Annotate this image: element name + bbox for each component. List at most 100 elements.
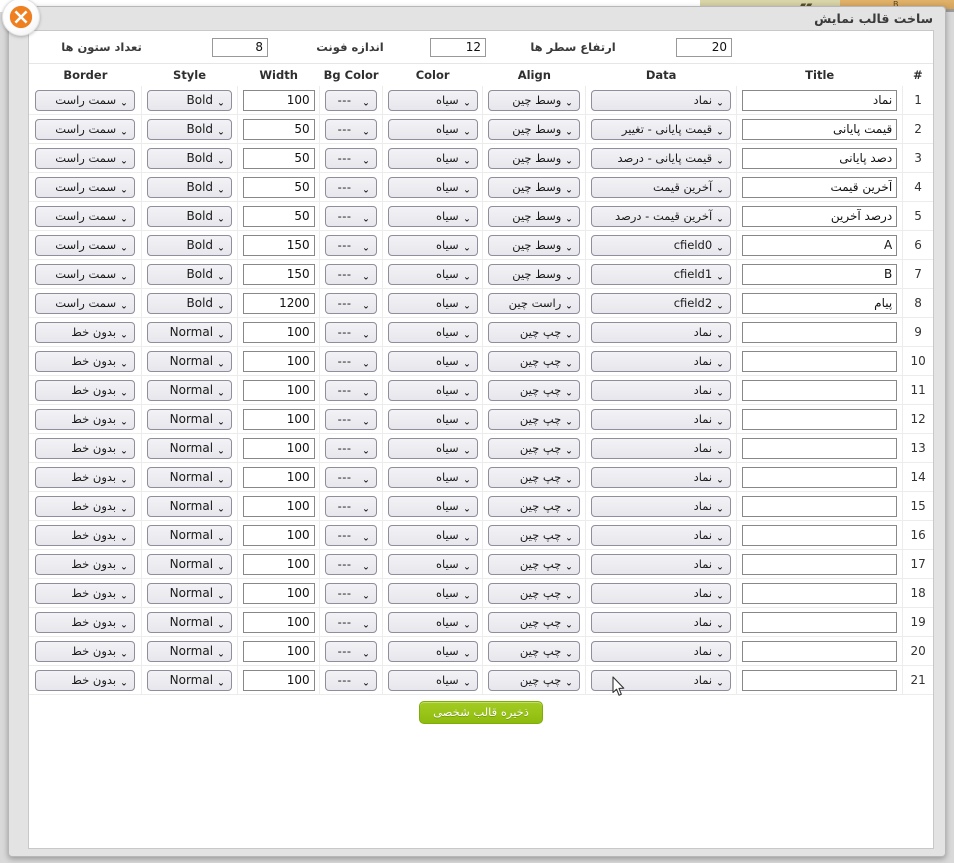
width-input-15[interactable]	[243, 496, 315, 517]
data-select-12[interactable]: ⌃نماد	[591, 409, 731, 430]
data-select-16[interactable]: ⌃نماد	[591, 525, 731, 546]
bg-color-select-10[interactable]: ⌃---	[325, 351, 377, 372]
align-select-12[interactable]: ⌃چپ چین	[488, 409, 580, 430]
font-size-input[interactable]	[430, 38, 486, 57]
width-input-18[interactable]	[243, 583, 315, 604]
color-select-7[interactable]: ⌃سیاه	[388, 264, 478, 285]
align-select-7[interactable]: ⌃وسط چین	[488, 264, 580, 285]
data-select-17[interactable]: ⌃نماد	[591, 554, 731, 575]
style-select-12[interactable]: ⌃Normal	[147, 409, 232, 430]
data-select-14[interactable]: ⌃نماد	[591, 467, 731, 488]
width-input-8[interactable]	[243, 293, 315, 314]
bg-color-select-7[interactable]: ⌃---	[325, 264, 377, 285]
data-select-11[interactable]: ⌃نماد	[591, 380, 731, 401]
bg-color-select-18[interactable]: ⌃---	[325, 583, 377, 604]
title-input-6[interactable]	[742, 235, 897, 256]
color-select-20[interactable]: ⌃سیاه	[388, 641, 478, 662]
width-input-10[interactable]	[243, 351, 315, 372]
title-input-17[interactable]	[742, 554, 897, 575]
title-input-5[interactable]	[742, 206, 897, 227]
border-select-10[interactable]: ⌃بدون خط	[35, 351, 135, 372]
bg-color-select-11[interactable]: ⌃---	[325, 380, 377, 401]
align-select-20[interactable]: ⌃چپ چین	[488, 641, 580, 662]
color-select-15[interactable]: ⌃سیاه	[388, 496, 478, 517]
style-select-20[interactable]: ⌃Normal	[147, 641, 232, 662]
data-select-13[interactable]: ⌃نماد	[591, 438, 731, 459]
align-select-3[interactable]: ⌃وسط چین	[488, 148, 580, 169]
style-select-4[interactable]: ⌃Bold	[147, 177, 232, 198]
bg-color-select-13[interactable]: ⌃---	[325, 438, 377, 459]
width-input-1[interactable]	[243, 90, 315, 111]
title-input-1[interactable]	[742, 90, 897, 111]
border-select-13[interactable]: ⌃بدون خط	[35, 438, 135, 459]
bg-color-select-19[interactable]: ⌃---	[325, 612, 377, 633]
color-select-5[interactable]: ⌃سیاه	[388, 206, 478, 227]
data-select-15[interactable]: ⌃نماد	[591, 496, 731, 517]
title-input-2[interactable]	[742, 119, 897, 140]
data-select-6[interactable]: ⌃cfield0	[591, 235, 731, 256]
bg-color-select-14[interactable]: ⌃---	[325, 467, 377, 488]
data-select-9[interactable]: ⌃نماد	[591, 322, 731, 343]
style-select-6[interactable]: ⌃Bold	[147, 235, 232, 256]
data-select-8[interactable]: ⌃cfield2	[591, 293, 731, 314]
data-select-4[interactable]: ⌃آخرین قیمت	[591, 177, 731, 198]
border-select-5[interactable]: ⌃سمت راست	[35, 206, 135, 227]
data-select-19[interactable]: ⌃نماد	[591, 612, 731, 633]
title-input-8[interactable]	[742, 293, 897, 314]
color-select-11[interactable]: ⌃سیاه	[388, 380, 478, 401]
align-select-5[interactable]: ⌃وسط چین	[488, 206, 580, 227]
border-select-20[interactable]: ⌃بدون خط	[35, 641, 135, 662]
style-select-2[interactable]: ⌃Bold	[147, 119, 232, 140]
width-input-17[interactable]	[243, 554, 315, 575]
style-select-1[interactable]: ⌃Bold	[147, 90, 232, 111]
bg-color-select-8[interactable]: ⌃---	[325, 293, 377, 314]
border-select-12[interactable]: ⌃بدون خط	[35, 409, 135, 430]
align-select-13[interactable]: ⌃چپ چین	[488, 438, 580, 459]
color-select-21[interactable]: ⌃سیاه	[388, 670, 478, 691]
data-select-5[interactable]: ⌃آخرین قیمت - درصد	[591, 206, 731, 227]
border-select-8[interactable]: ⌃سمت راست	[35, 293, 135, 314]
width-input-21[interactable]	[243, 670, 315, 691]
bg-color-select-4[interactable]: ⌃---	[325, 177, 377, 198]
style-select-18[interactable]: ⌃Normal	[147, 583, 232, 604]
data-select-18[interactable]: ⌃نماد	[591, 583, 731, 604]
color-select-1[interactable]: ⌃سیاه	[388, 90, 478, 111]
title-input-21[interactable]	[742, 670, 897, 691]
bg-color-select-16[interactable]: ⌃---	[325, 525, 377, 546]
width-input-13[interactable]	[243, 438, 315, 459]
style-select-8[interactable]: ⌃Bold	[147, 293, 232, 314]
border-select-15[interactable]: ⌃بدون خط	[35, 496, 135, 517]
bg-color-select-1[interactable]: ⌃---	[325, 90, 377, 111]
bg-color-select-12[interactable]: ⌃---	[325, 409, 377, 430]
color-select-10[interactable]: ⌃سیاه	[388, 351, 478, 372]
width-input-7[interactable]	[243, 264, 315, 285]
data-select-10[interactable]: ⌃نماد	[591, 351, 731, 372]
title-input-4[interactable]	[742, 177, 897, 198]
border-select-3[interactable]: ⌃سمت راست	[35, 148, 135, 169]
title-input-13[interactable]	[742, 438, 897, 459]
width-input-11[interactable]	[243, 380, 315, 401]
bg-color-select-6[interactable]: ⌃---	[325, 235, 377, 256]
style-select-14[interactable]: ⌃Normal	[147, 467, 232, 488]
title-input-9[interactable]	[742, 322, 897, 343]
width-input-12[interactable]	[243, 409, 315, 430]
data-select-2[interactable]: ⌃قیمت پایانی - تغییر	[591, 119, 731, 140]
color-select-12[interactable]: ⌃سیاه	[388, 409, 478, 430]
style-select-13[interactable]: ⌃Normal	[147, 438, 232, 459]
border-select-14[interactable]: ⌃بدون خط	[35, 467, 135, 488]
bg-color-select-3[interactable]: ⌃---	[325, 148, 377, 169]
border-select-18[interactable]: ⌃بدون خط	[35, 583, 135, 604]
data-select-21[interactable]: ⌃نماد	[591, 670, 731, 691]
title-input-15[interactable]	[742, 496, 897, 517]
save-personal-template-button[interactable]: ذخیره قالب شخصی	[419, 701, 543, 724]
style-select-9[interactable]: ⌃Normal	[147, 322, 232, 343]
align-select-1[interactable]: ⌃وسط چین	[488, 90, 580, 111]
width-input-9[interactable]	[243, 322, 315, 343]
width-input-14[interactable]	[243, 467, 315, 488]
border-select-7[interactable]: ⌃سمت راست	[35, 264, 135, 285]
title-input-12[interactable]	[742, 409, 897, 430]
align-select-21[interactable]: ⌃چپ چین	[488, 670, 580, 691]
align-select-2[interactable]: ⌃وسط چین	[488, 119, 580, 140]
data-select-20[interactable]: ⌃نماد	[591, 641, 731, 662]
border-select-1[interactable]: ⌃سمت راست	[35, 90, 135, 111]
